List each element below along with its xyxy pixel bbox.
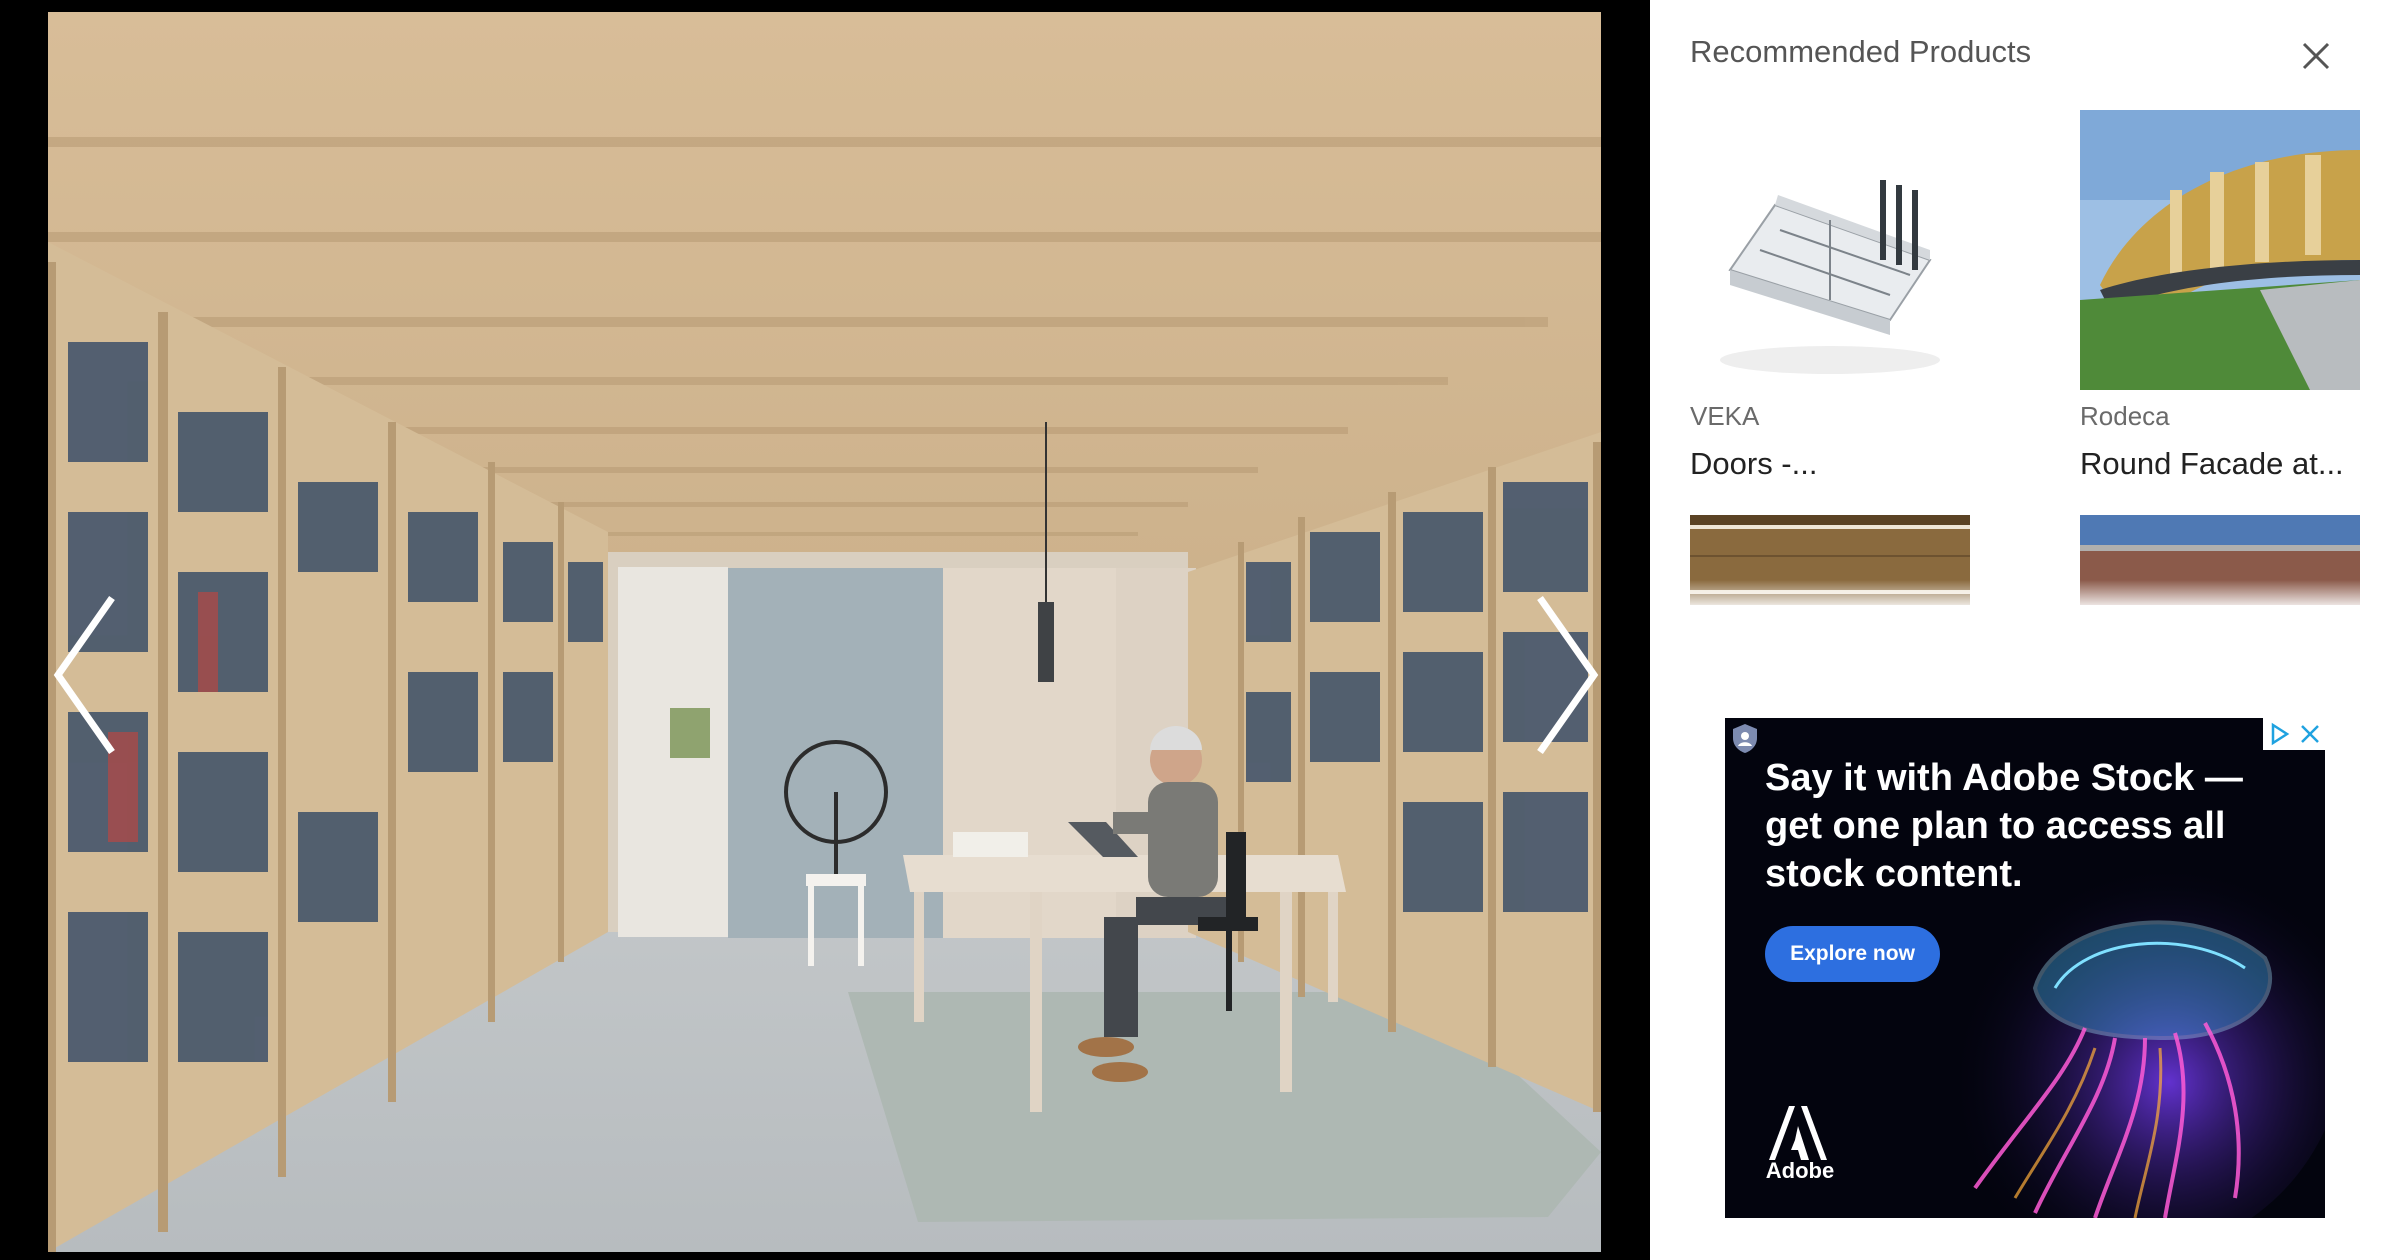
ad-choices-icon[interactable]	[2263, 718, 2295, 750]
next-image-button[interactable]	[1526, 590, 1606, 760]
product-name[interactable]: Doors -...	[1690, 444, 1970, 484]
ad-close-icon[interactable]	[2295, 718, 2325, 750]
window-profile-image	[1690, 110, 1970, 390]
chevron-left-icon	[53, 595, 115, 755]
product-card[interactable]: VEKA Doors -...	[1690, 110, 1970, 484]
product-name[interactable]: Round Facade at...	[2080, 444, 2360, 484]
product-brand: VEKA	[1690, 401, 1760, 431]
close-icon	[2302, 42, 2330, 70]
product-card[interactable]: Rodeca Round Facade at...	[2080, 110, 2360, 484]
panel-title: Recommended Products	[1690, 34, 2032, 69]
recommended-products-panel: Recommended Products VEKA Doors -... Rod…	[1650, 0, 2400, 1260]
close-button[interactable]	[2298, 38, 2334, 74]
adobe-logo-icon	[1765, 1098, 1831, 1164]
ad-shield-icon	[1731, 722, 1759, 754]
gallery-photo	[48, 12, 1601, 1252]
previous-image-button[interactable]	[46, 590, 126, 760]
product-thumbnail[interactable]	[2080, 110, 2360, 390]
ad-headline: Say it with Adobe Stock — get one plan t…	[1765, 757, 2243, 895]
ad-explore-button[interactable]: Explore now	[1765, 926, 1940, 982]
library-interior-photo	[48, 12, 1601, 1252]
image-viewer	[0, 0, 1650, 1260]
product-brand: Rodeca	[2080, 401, 2170, 431]
round-facade-image	[2080, 110, 2360, 390]
chevron-right-icon	[1537, 595, 1599, 755]
list-fade-overlay	[1650, 580, 2400, 610]
product-thumbnail[interactable]	[1690, 110, 1970, 390]
ad-brand-label: Adobe	[1765, 1158, 1835, 1183]
advertisement[interactable]: Say it with Adobe Stock — get one plan t…	[1725, 718, 2325, 1218]
